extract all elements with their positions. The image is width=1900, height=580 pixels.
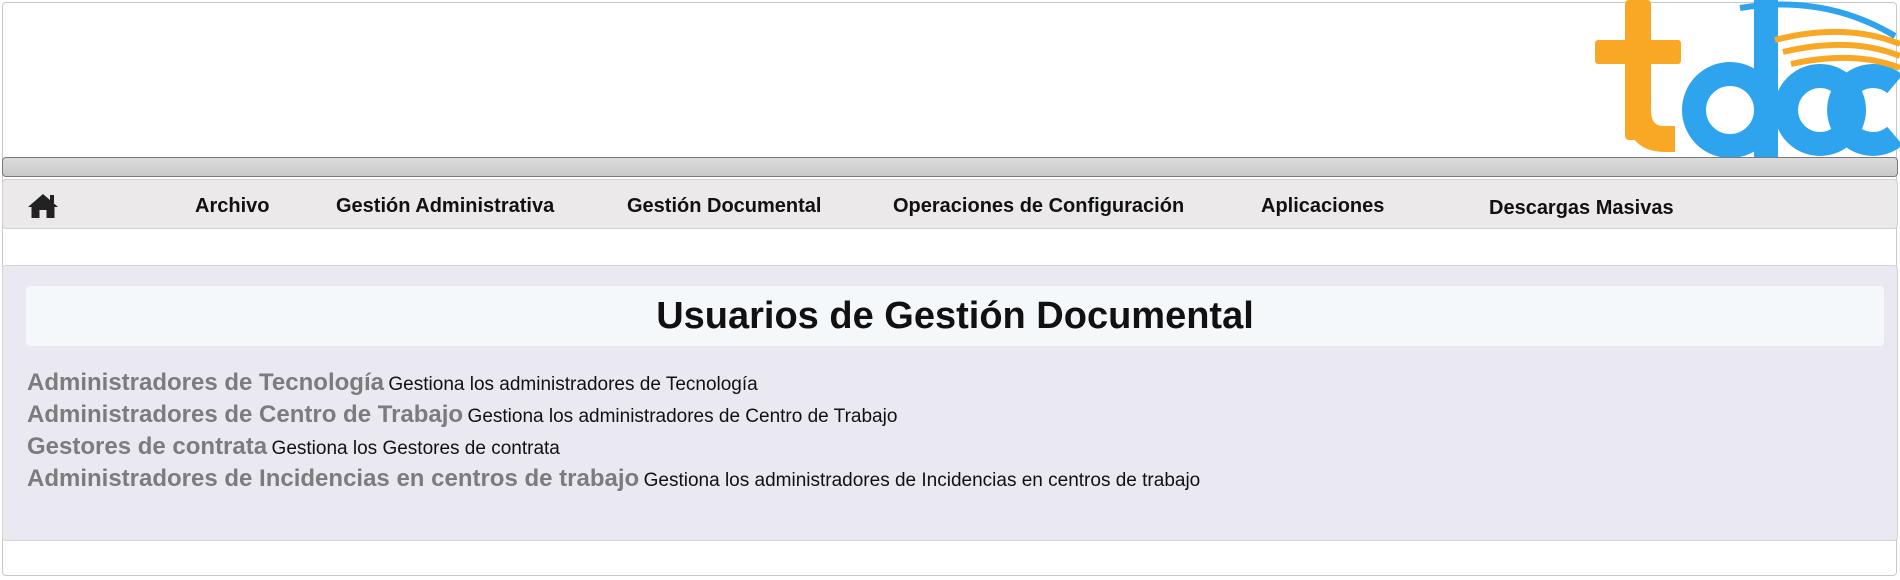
link-administradores-tecnologia[interactable]: Administradores de Tecnología [27, 369, 384, 396]
link-description: Gestiona los administradores de Incidenc… [643, 470, 1201, 491]
menu-item-aplicaciones[interactable]: Aplicaciones [1261, 195, 1384, 218]
header [0, 0, 1900, 157]
link-description: Gestiona los Gestores de contrata [271, 438, 560, 459]
title-box: Usuarios de Gestión Documental [26, 286, 1884, 346]
menu-item-archivo[interactable]: Archivo [195, 195, 269, 218]
list-item: Administradores de Incidencias en centro… [27, 465, 1200, 497]
page-title: Usuarios de Gestión Documental [656, 295, 1254, 337]
header-separator [2, 157, 1898, 177]
home-icon[interactable] [27, 192, 59, 220]
main-menu: Archivo Gestión Administrativa Gestión D… [2, 179, 1898, 229]
menu-item-gestion-administrativa[interactable]: Gestión Administrativa [336, 195, 554, 218]
tdoc-logo[interactable] [1555, 0, 1900, 157]
menu-item-gestion-documental[interactable]: Gestión Documental [627, 195, 821, 218]
users-link-list: Administradores de Tecnología Gestiona l… [27, 369, 1200, 497]
link-administradores-incidencias[interactable]: Administradores de Incidencias en centro… [27, 465, 639, 492]
menu-item-operaciones-configuracion[interactable]: Operaciones de Configuración [893, 195, 1184, 218]
link-administradores-centro-trabajo[interactable]: Administradores de Centro de Trabajo [27, 401, 463, 428]
list-item: Gestores de contrata Gestiona los Gestor… [27, 433, 1200, 465]
list-item: Administradores de Centro de Trabajo Ges… [27, 401, 1200, 433]
link-description: Gestiona los administradores de Tecnolog… [388, 374, 758, 395]
link-description: Gestiona los administradores de Centro d… [467, 406, 898, 427]
list-item: Administradores de Tecnología Gestiona l… [27, 369, 1200, 401]
menu-item-descargas-masivas[interactable]: Descargas Masivas [1489, 197, 1674, 220]
content-panel: Usuarios de Gestión Documental Administr… [2, 265, 1898, 541]
link-gestores-contrata[interactable]: Gestores de contrata [27, 433, 267, 460]
